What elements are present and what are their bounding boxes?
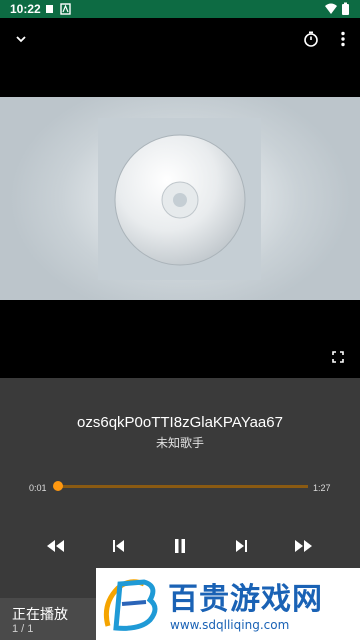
now-playing-label: 正在播放 [12,606,68,622]
watermark-logo: 百贵游戏网 www.sdqlliqing.com [96,568,360,640]
stopwatch-icon [304,31,318,47]
logo-b-icon [103,579,158,631]
fullscreen-button[interactable] [326,345,350,369]
rewind-icon [47,540,64,552]
fullscreen-icon [332,351,344,363]
notification-icons [46,3,71,15]
track-artist: 未知歌手 [155,436,204,450]
current-time: 0:01 [29,483,47,493]
pause-button[interactable] [167,534,193,558]
top-toolbar [0,18,360,60]
more-vert-icon [341,31,345,47]
queue-position: 1 / 1 [12,623,34,635]
cd-disc-icon [114,134,246,266]
status-bar: 10:22 [0,0,360,18]
player-view[interactable] [0,60,360,378]
next-button[interactable] [229,534,255,558]
watermark-text: 百贵游戏网 [168,583,323,616]
watermark-url: www.sdqlliqing.com [170,618,290,632]
seek-thumb[interactable] [52,481,63,491]
seek-bar[interactable] [52,481,308,491]
skip-next-icon [236,540,247,552]
pause-icon [175,539,185,553]
album-art-background [0,97,360,300]
duration: 1:27 [313,483,331,493]
track-title: ozs6qkP0oTTI8zGlaKPAYaa67 [77,414,283,431]
fast-forward-icon [295,540,312,552]
wifi-battery-icon [325,2,349,15]
more-options-button[interactable] [330,26,356,52]
previous-button[interactable] [105,534,131,558]
fast-forward-button[interactable] [291,534,317,558]
skip-previous-icon [113,540,124,552]
chevron-down-icon [16,36,26,43]
now-playing-bar[interactable]: 正在播放 1 / 1 [0,598,96,640]
collapse-button[interactable] [8,26,34,52]
sleep-timer-button[interactable] [298,26,324,52]
album-art [98,118,261,280]
status-time: 10:22 [10,2,41,16]
rewind-button[interactable] [42,534,68,558]
